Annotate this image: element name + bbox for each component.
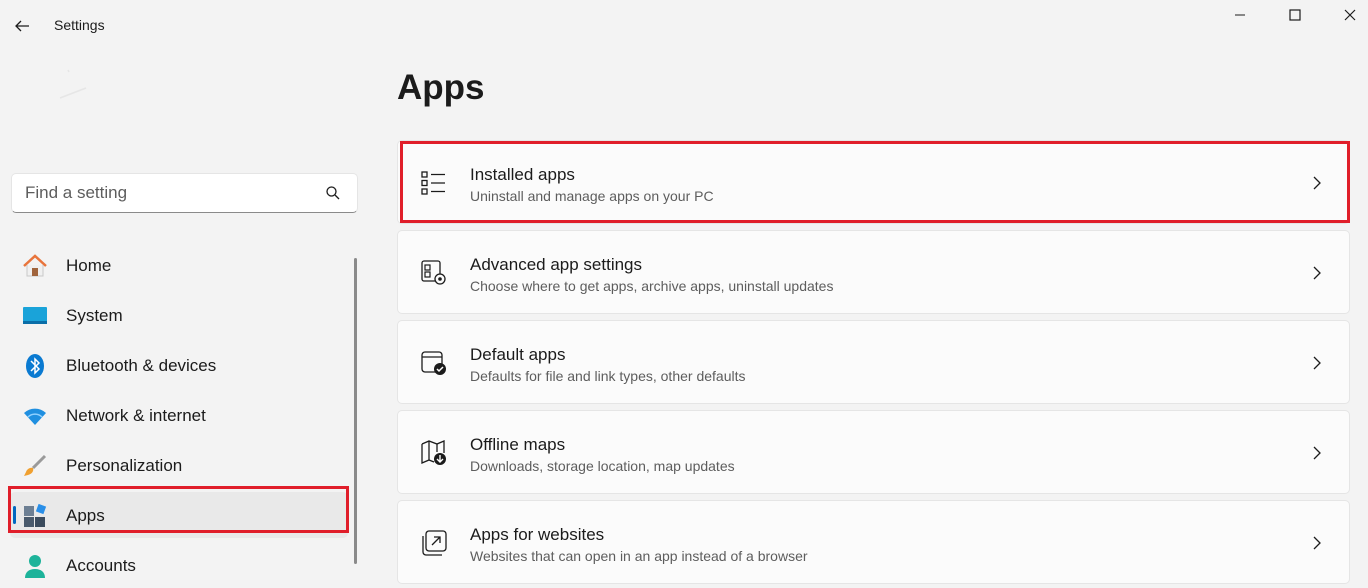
sidebar-item-label: Accounts <box>66 556 136 575</box>
sidebar-item-label: Home <box>66 256 112 275</box>
maximize-icon <box>1289 9 1301 21</box>
sidebar-item-personalization[interactable]: Personalization <box>10 442 348 488</box>
sidebar-item-label: Personalization <box>66 456 183 475</box>
search-box[interactable] <box>11 173 358 213</box>
app-title: Settings <box>54 17 105 33</box>
back-arrow-icon <box>15 20 29 32</box>
card-subtitle: Downloads, storage location, map updates <box>470 458 735 474</box>
sparkle-icon <box>59 69 87 99</box>
card-subtitle: Choose where to get apps, archive apps, … <box>470 278 834 294</box>
sidebar-item-apps[interactable]: Apps <box>10 492 348 538</box>
title-bar: Settings <box>0 0 1368 50</box>
sidebar-item-label: Network & internet <box>66 406 206 425</box>
page-title: Apps <box>397 68 485 107</box>
chevron-right-icon <box>1313 536 1321 550</box>
sidebar-item-system[interactable]: System <box>10 292 348 338</box>
map-icon <box>421 440 446 465</box>
card-advanced-app-settings[interactable]: Advanced app settings Choose where to ge… <box>397 230 1350 314</box>
minimize-icon <box>1235 14 1245 16</box>
open-in-app-icon <box>422 530 447 556</box>
sidebar-item-label: System <box>66 306 123 325</box>
chevron-right-icon <box>1313 446 1321 460</box>
wifi-icon <box>24 408 46 425</box>
card-subtitle: Uninstall and manage apps on your PC <box>470 188 714 204</box>
app-settings-icon <box>421 260 446 285</box>
apps-icon <box>24 503 47 527</box>
back-button[interactable] <box>8 12 36 40</box>
card-subtitle: Websites that can open in an app instead… <box>470 548 808 564</box>
sidebar-item-label: Apps <box>66 506 105 525</box>
chevron-right-icon <box>1313 356 1321 370</box>
minimize-button[interactable] <box>1213 0 1267 30</box>
default-apps-icon <box>421 351 446 375</box>
card-title: Installed apps <box>470 165 575 184</box>
search-icon[interactable] <box>325 185 341 201</box>
avatar-placeholder <box>56 66 92 106</box>
sidebar-item-home[interactable]: Home <box>10 242 348 288</box>
close-button[interactable] <box>1323 0 1368 30</box>
card-installed-apps[interactable]: Installed apps Uninstall and manage apps… <box>397 140 1350 224</box>
sidebar-item-accounts[interactable]: Accounts <box>10 542 348 588</box>
home-icon <box>23 254 47 277</box>
brush-icon <box>24 454 47 476</box>
bluetooth-icon <box>26 354 44 378</box>
list-icon <box>421 171 445 195</box>
chevron-right-icon <box>1313 176 1321 190</box>
chevron-right-icon <box>1313 266 1321 280</box>
card-title: Default apps <box>470 345 566 364</box>
system-icon <box>23 307 47 324</box>
card-title: Apps for websites <box>470 525 605 544</box>
card-default-apps[interactable]: Default apps Defaults for file and link … <box>397 320 1350 404</box>
card-title: Advanced app settings <box>470 255 643 274</box>
sidebar-scrollbar[interactable] <box>354 258 357 564</box>
maximize-button[interactable] <box>1268 0 1322 30</box>
card-apps-for-websites[interactable]: Apps for websites Websites that can open… <box>397 500 1350 584</box>
sidebar-item-label: Bluetooth & devices <box>66 356 217 375</box>
sidebar-item-network[interactable]: Network & internet <box>10 392 348 438</box>
accounts-icon <box>25 555 45 578</box>
close-icon <box>1344 9 1356 21</box>
card-offline-maps[interactable]: Offline maps Downloads, storage location… <box>397 410 1350 494</box>
card-title: Offline maps <box>470 435 566 454</box>
sidebar-item-bluetooth[interactable]: Bluetooth & devices <box>10 342 348 388</box>
card-subtitle: Defaults for file and link types, other … <box>470 368 746 384</box>
search-input[interactable] <box>12 174 312 212</box>
